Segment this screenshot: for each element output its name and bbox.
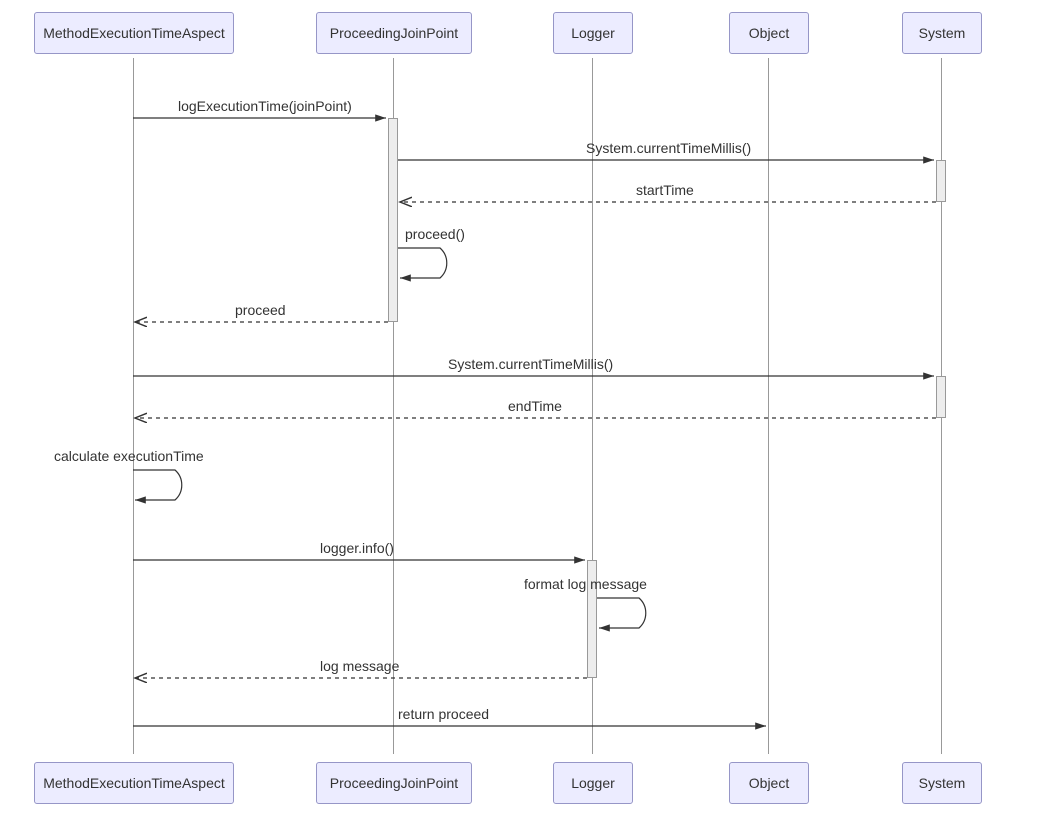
msg-currenttimemillis-1: System.currentTimeMillis() bbox=[586, 140, 751, 156]
actor-label: Object bbox=[749, 25, 789, 41]
msg-endtime: endTime bbox=[508, 398, 562, 414]
msg-starttime: startTime bbox=[636, 182, 694, 198]
actor-label: Logger bbox=[571, 775, 615, 791]
msg-currenttimemillis-2: System.currentTimeMillis() bbox=[448, 356, 613, 372]
lifeline-object bbox=[768, 58, 769, 754]
msg-logexecutiontime: logExecutionTime(joinPoint) bbox=[178, 98, 352, 114]
actor-object-bottom: Object bbox=[729, 762, 809, 804]
actor-object-top: Object bbox=[729, 12, 809, 54]
msg-proceed-call: proceed() bbox=[405, 226, 465, 242]
activation-joinpoint bbox=[388, 118, 398, 322]
actor-aspect-top: MethodExecutionTimeAspect bbox=[34, 12, 234, 54]
actor-system-top: System bbox=[902, 12, 982, 54]
actor-label: Logger bbox=[571, 25, 615, 41]
actor-label: ProceedingJoinPoint bbox=[330, 775, 458, 791]
msg-proceed-return: proceed bbox=[235, 302, 286, 318]
actor-logger-top: Logger bbox=[553, 12, 633, 54]
activation-system-2 bbox=[936, 376, 946, 418]
sequence-diagram: MethodExecutionTimeAspect ProceedingJoin… bbox=[0, 0, 1046, 826]
actor-joinpoint-top: ProceedingJoinPoint bbox=[316, 12, 472, 54]
actor-logger-bottom: Logger bbox=[553, 762, 633, 804]
msg-returnproceed: return proceed bbox=[398, 706, 489, 722]
actor-label: MethodExecutionTimeAspect bbox=[43, 25, 225, 41]
msg-logmessage: log message bbox=[320, 658, 399, 674]
actor-label: Object bbox=[749, 775, 789, 791]
actor-label: System bbox=[919, 25, 966, 41]
actor-joinpoint-bottom: ProceedingJoinPoint bbox=[316, 762, 472, 804]
msg-calculate: calculate executionTime bbox=[54, 448, 204, 464]
msg-loggerinfo: logger.info() bbox=[320, 540, 394, 556]
activation-system-1 bbox=[936, 160, 946, 202]
actor-label: ProceedingJoinPoint bbox=[330, 25, 458, 41]
lifeline-aspect bbox=[133, 58, 134, 754]
msg-formatlog: format log message bbox=[524, 576, 647, 592]
actor-aspect-bottom: MethodExecutionTimeAspect bbox=[34, 762, 234, 804]
actor-label: MethodExecutionTimeAspect bbox=[43, 775, 225, 791]
actor-system-bottom: System bbox=[902, 762, 982, 804]
actor-label: System bbox=[919, 775, 966, 791]
